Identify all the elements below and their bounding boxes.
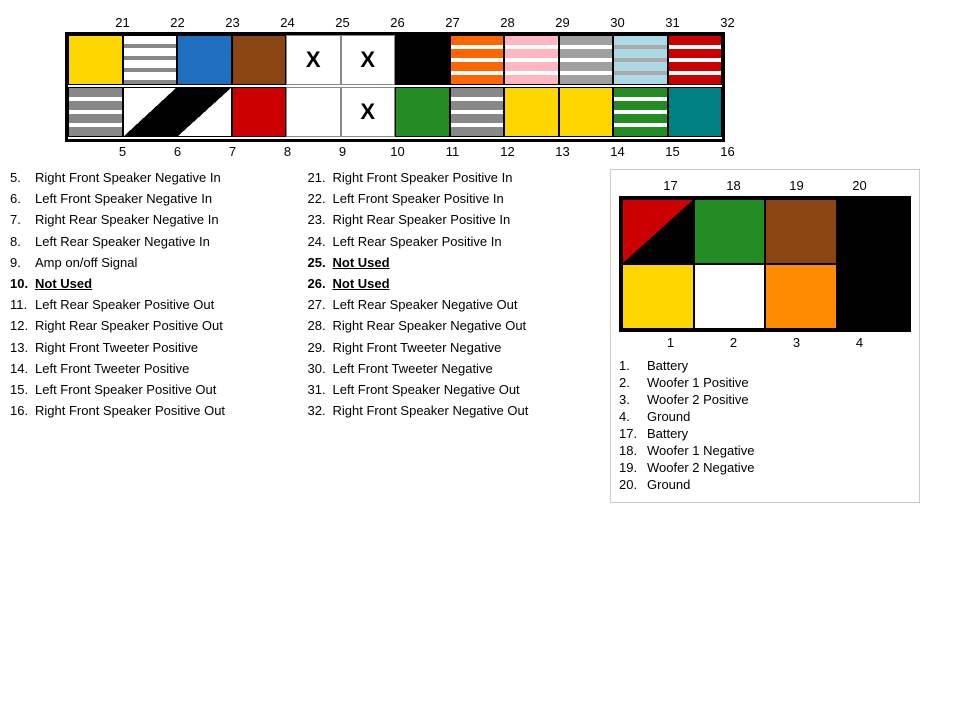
small-legend-item-2: 2. Woofer 1 Positive (619, 375, 911, 390)
small-legend-item-19: 19. Woofer 2 Negative (619, 460, 911, 475)
cell-23-top (177, 35, 232, 85)
cell-16-bottom (668, 87, 723, 137)
legend-item-29: 29. Right Front Tweeter Negative (308, 339, 591, 357)
small-row-1 (622, 199, 908, 264)
connector-body: X X X (65, 32, 725, 142)
cell-31-top (613, 35, 668, 85)
connector-row-2: X (68, 87, 722, 139)
small-cell-18 (694, 199, 766, 264)
small-cell-19 (765, 199, 837, 264)
right-legend: 21. Right Front Speaker Positive In 22. … (303, 169, 591, 423)
small-legend-item-20: 20. Ground (619, 477, 911, 492)
small-connector-body (619, 196, 911, 332)
small-cell-1 (622, 264, 694, 329)
cell-6-bottom (123, 87, 178, 137)
legend-item-8: 8. Left Rear Speaker Negative In (10, 233, 293, 251)
small-legend-item-1: 1. Battery (619, 358, 911, 373)
legend-item-11: 11. Left Rear Speaker Positive Out (10, 296, 293, 314)
legend-area: 5. Right Front Speaker Negative In 6. Le… (10, 169, 590, 503)
bottom-pin-numbers: 5 6 7 8 9 10 11 12 13 14 15 16 (95, 144, 950, 159)
cell-14-bottom (559, 87, 614, 137)
cell-10-bottom: X (341, 87, 396, 137)
cell-15-bottom (613, 87, 668, 137)
legend-item-32: 32. Right Front Speaker Negative Out (308, 402, 591, 420)
small-top-pins: 17 18 19 20 (619, 178, 911, 193)
small-cell-2 (694, 264, 766, 329)
cell-7-bottom (177, 87, 232, 137)
legend-item-15: 15. Left Front Speaker Positive Out (10, 381, 293, 399)
small-legend: 1. Battery 2. Woofer 1 Positive 3. Woofe… (619, 358, 911, 492)
small-legend-item-18: 18. Woofer 1 Negative (619, 443, 911, 458)
legend-item-27: 27. Left Rear Speaker Negative Out (308, 296, 591, 314)
legend-item-26: 26. Not Used (308, 275, 591, 293)
cell-27-top (395, 35, 450, 85)
cell-29-top (504, 35, 559, 85)
legend-item-31: 31. Left Front Speaker Negative Out (308, 381, 591, 399)
cell-24-top (232, 35, 287, 85)
small-cell-20 (837, 199, 909, 264)
cell-12-bottom (450, 87, 505, 137)
small-legend-item-4: 4. Ground (619, 409, 911, 424)
cell-28-top (450, 35, 505, 85)
legend-item-5: 5. Right Front Speaker Negative In (10, 169, 293, 187)
legend-item-13: 13. Right Front Tweeter Positive (10, 339, 293, 357)
top-pin-numbers: 21 22 23 24 25 26 27 28 29 30 31 32 (95, 15, 950, 30)
cell-9-bottom (286, 87, 341, 137)
legend-item-7: 7. Right Rear Speaker Negative In (10, 211, 293, 229)
small-legend-item-17: 17. Battery (619, 426, 911, 441)
legend-item-14: 14. Left Front Tweeter Positive (10, 360, 293, 378)
cell-13-bottom (504, 87, 559, 137)
small-row-2 (622, 264, 908, 329)
small-legend-item-3: 3. Woofer 2 Positive (619, 392, 911, 407)
cell-26-top: X (341, 35, 396, 85)
legend-item-30: 30. Left Front Tweeter Negative (308, 360, 591, 378)
left-legend: 5. Right Front Speaker Negative In 6. Le… (10, 169, 303, 423)
legend-item-10: 10. Not Used (10, 275, 293, 293)
legend-item-28: 28. Right Rear Speaker Negative Out (308, 317, 591, 335)
small-cell-17 (622, 199, 694, 264)
cell-5-bottom (68, 87, 123, 137)
legend-item-9: 9. Amp on/off Signal (10, 254, 293, 272)
cell-21-top (68, 35, 123, 85)
cell-22-top (123, 35, 178, 85)
cell-8-bottom (232, 87, 287, 137)
cell-32-top (668, 35, 723, 85)
legend-item-22: 22. Left Front Speaker Positive In (308, 190, 591, 208)
legend-item-23: 23. Right Rear Speaker Positive In (308, 211, 591, 229)
connector-row-1: X X (68, 35, 722, 87)
legend-item-12: 12. Right Rear Speaker Positive Out (10, 317, 293, 335)
cell-11-bottom (395, 87, 450, 137)
legend-item-24: 24. Left Rear Speaker Positive In (308, 233, 591, 251)
main-container: 21 22 23 24 25 26 27 28 29 30 31 32 X X (0, 0, 960, 513)
small-diagram-container: 17 18 19 20 (610, 169, 920, 503)
legend-item-6: 6. Left Front Speaker Negative In (10, 190, 293, 208)
legend-item-25: 25. Not Used (308, 254, 591, 272)
cell-30-top (559, 35, 614, 85)
small-cell-3 (765, 264, 837, 329)
legend-item-21: 21. Right Front Speaker Positive In (308, 169, 591, 187)
legend-item-16: 16. Right Front Speaker Positive Out (10, 402, 293, 420)
cell-25-top: X (286, 35, 341, 85)
small-cell-4 (837, 264, 909, 329)
small-bottom-pins: 1 2 3 4 (619, 335, 911, 350)
